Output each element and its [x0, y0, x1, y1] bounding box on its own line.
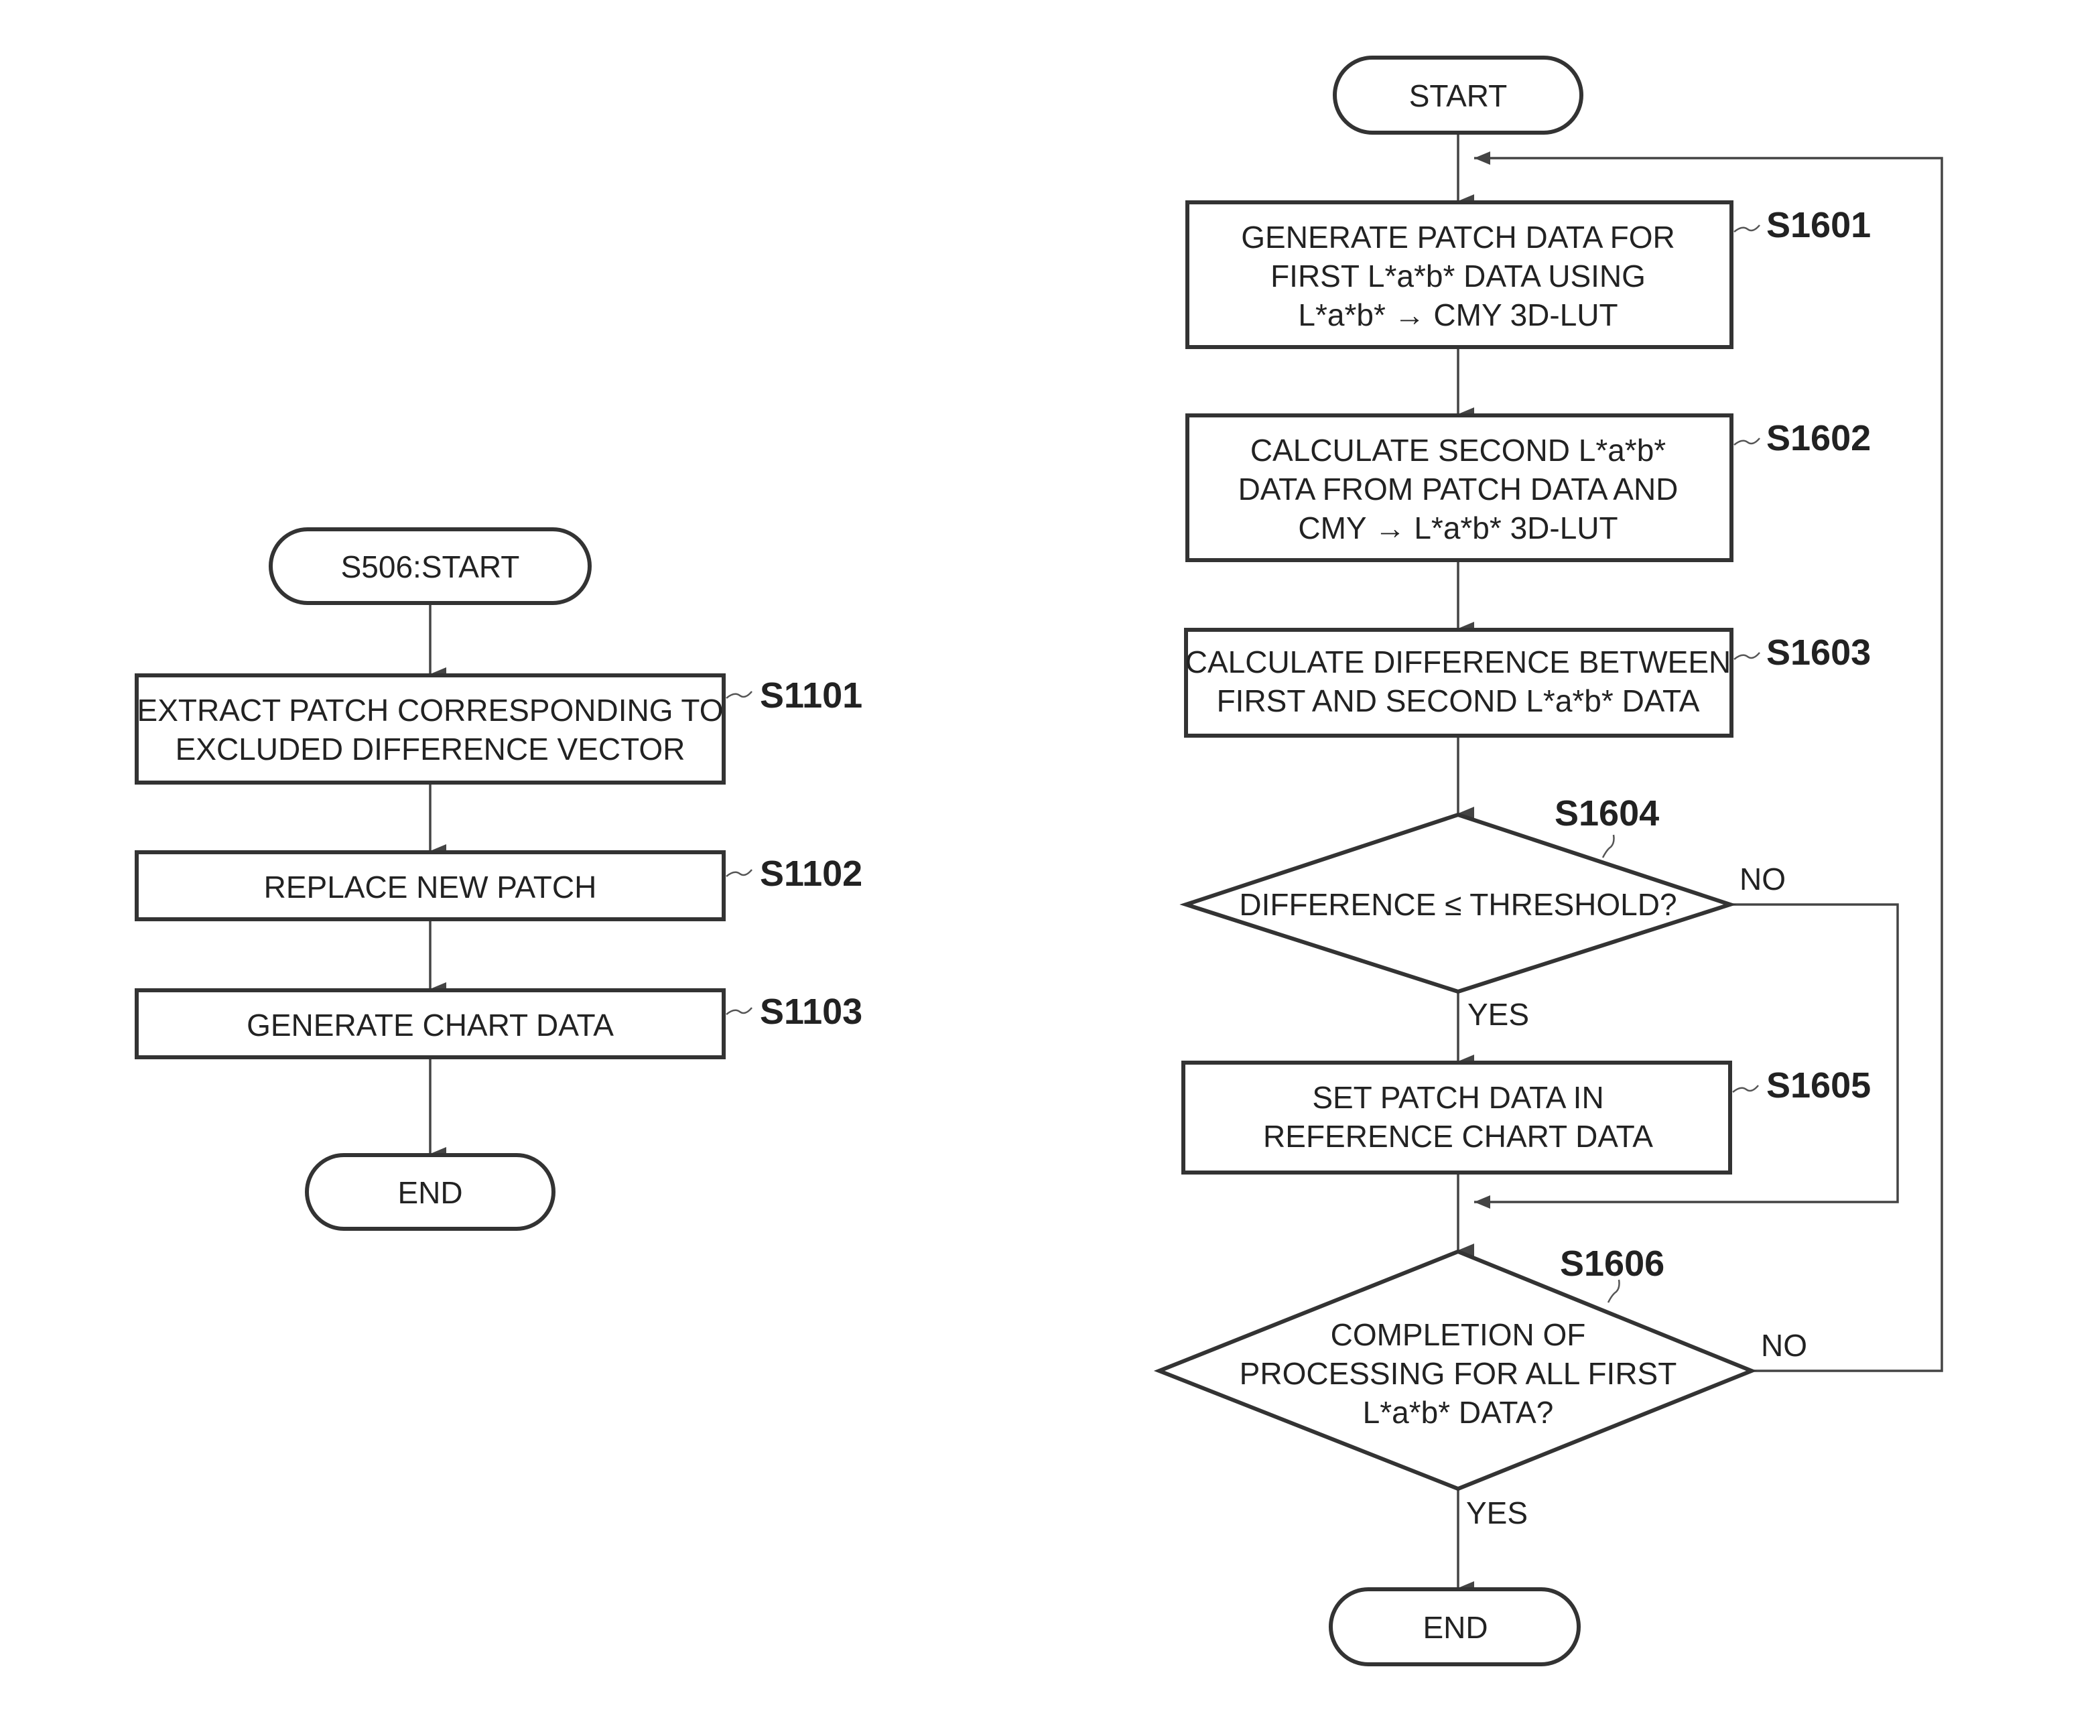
- step-s1101: EXTRACT PATCH CORRESPONDING TO EXCLUDED …: [135, 673, 862, 785]
- step-s1602-line-2: DATA FROM PATCH DATA AND: [1238, 472, 1679, 507]
- step-s1602-id: S1602: [1766, 418, 1871, 458]
- step-s1605-id: S1605: [1766, 1065, 1871, 1106]
- step-s1601-line-1: GENERATE PATCH DATA FOR: [1241, 220, 1675, 255]
- step-s1103-id: S1103: [760, 992, 862, 1032]
- step-s1603-id: S1603: [1766, 632, 1871, 673]
- step-s1101-id: S1101: [760, 675, 862, 716]
- right-flowchart: START GENERATE PATCH DATA FOR FIRST L*a*…: [1153, 56, 1943, 1666]
- right-start-label: START: [1409, 78, 1508, 113]
- step-s1102: REPLACE NEW PATCH S1102: [135, 850, 862, 921]
- step-s1602: CALCULATE SECOND L*a*b* DATA FROM PATCH …: [1185, 413, 1871, 562]
- step-s1601-line-2: FIRST L*a*b* DATA USING: [1270, 259, 1646, 293]
- left-end-label: END: [397, 1175, 462, 1210]
- step-s1102-label: REPLACE NEW PATCH: [264, 870, 597, 905]
- decision-s1604-leader: [1601, 834, 1615, 858]
- right-start-terminal: START: [1333, 56, 1583, 135]
- right-end-terminal: END: [1329, 1587, 1581, 1666]
- decision-s1606-line-1: COMPLETION OF: [1331, 1317, 1586, 1352]
- decision-s1606-line-2: PROCESSING FOR ALL FIRST: [1240, 1356, 1677, 1391]
- step-s1605-line-2: REFERENCE CHART DATA: [1263, 1119, 1653, 1154]
- decision-s1604-label: DIFFERENCE ≤ THRESHOLD?: [1239, 887, 1677, 922]
- step-s1602-line-1: CALCULATE SECOND L*a*b*: [1250, 433, 1666, 468]
- step-s1605-line-1: SET PATCH DATA IN: [1312, 1080, 1603, 1115]
- step-s1102-id: S1102: [760, 854, 862, 894]
- step-s1603-line-2: FIRST AND SECOND L*a*b* DATA: [1217, 683, 1700, 718]
- right-end-label: END: [1423, 1610, 1488, 1645]
- decision-s1604-yes-label: YES: [1467, 997, 1529, 1032]
- step-s1603-line-1: CALCULATE DIFFERENCE BETWEEN: [1185, 645, 1731, 679]
- decision-s1604: DIFFERENCE ≤ THRESHOLD? S1604 NO YES: [1179, 793, 1786, 1032]
- step-s1603: CALCULATE DIFFERENCE BETWEEN FIRST AND S…: [1184, 628, 1871, 738]
- decision-s1606-line-3: L*a*b* DATA?: [1363, 1395, 1554, 1430]
- step-s1601: GENERATE PATCH DATA FOR FIRST L*a*b* DAT…: [1185, 200, 1871, 349]
- step-s1602-leader: [1733, 438, 1760, 446]
- step-s1103-label: GENERATE CHART DATA: [247, 1008, 614, 1043]
- step-s1103-leader: [726, 1007, 752, 1015]
- step-s1101-line-1: EXTRACT PATCH CORRESPONDING TO: [137, 693, 724, 728]
- step-s1103: GENERATE CHART DATA S1103: [135, 988, 862, 1059]
- step-s1605: SET PATCH DATA IN REFERENCE CHART DATA S…: [1181, 1061, 1871, 1175]
- step-s1603-leader: [1733, 652, 1760, 660]
- step-s1605-leader: [1732, 1085, 1759, 1093]
- step-s1602-line-3: CMY → L*a*b* 3D-LUT: [1298, 511, 1618, 545]
- left-flowchart: S506:START EXTRACT PATCH CORRESPONDING T…: [135, 527, 862, 1231]
- decision-s1606-id: S1606: [1560, 1244, 1664, 1284]
- decision-s1604-no-label: NO: [1740, 862, 1786, 896]
- decision-s1606: COMPLETION OF PROCESSING FOR ALL FIRST L…: [1153, 1244, 1807, 1530]
- step-s1601-leader: [1733, 224, 1760, 232]
- left-start-terminal: S506:START: [269, 527, 592, 605]
- step-s1601-line-3: L*a*b* → CMY 3D-LUT: [1298, 297, 1618, 332]
- left-start-label: S506:START: [341, 549, 520, 584]
- flowchart-canvas: S506:START EXTRACT PATCH CORRESPONDING T…: [135, 56, 1943, 1666]
- step-s1601-id: S1601: [1766, 205, 1871, 245]
- decision-s1606-yes-label: YES: [1466, 1495, 1528, 1530]
- decision-s1604-id: S1604: [1555, 793, 1659, 833]
- step-s1101-leader: [726, 691, 752, 699]
- decision-s1606-no-label: NO: [1761, 1328, 1807, 1363]
- step-s1101-line-2: EXCLUDED DIFFERENCE VECTOR: [176, 732, 685, 766]
- step-s1102-leader: [726, 869, 752, 877]
- left-end-terminal: END: [305, 1153, 555, 1231]
